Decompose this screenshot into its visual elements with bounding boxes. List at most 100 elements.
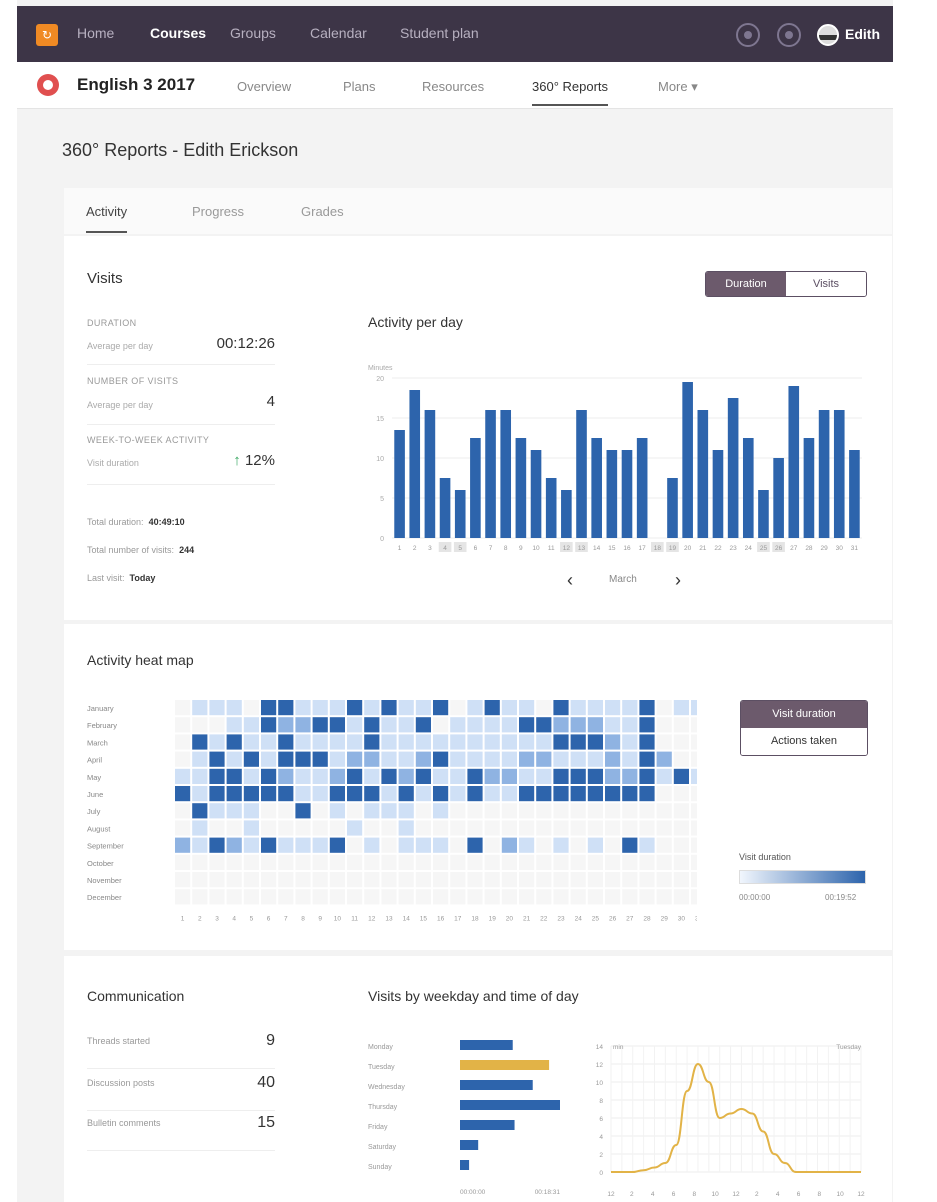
heatmap-cell (295, 889, 311, 905)
tab-overview[interactable]: Overview (237, 79, 291, 94)
heatmap-cell (501, 889, 517, 905)
nav-student-plan[interactable]: Student plan (400, 25, 479, 41)
heatmap-cell (622, 889, 638, 905)
heatmap-cell (501, 837, 517, 853)
month-nav: ‹ March › (557, 570, 687, 594)
month-prev-button[interactable]: ‹ (567, 570, 573, 591)
heatmap-cell (691, 803, 697, 819)
y-tick-label: 0 (599, 1170, 603, 1177)
heatmap-cell (261, 889, 277, 905)
heatmap-cell (347, 751, 363, 767)
x-tick-label: 15 (608, 545, 616, 552)
visits-toggle-button[interactable]: Visits (786, 272, 866, 296)
bar (742, 438, 754, 538)
weekday-label: Friday (368, 1124, 388, 1131)
x-tick-label: 16 (623, 545, 631, 552)
visits-number-label: NUMBER OF VISITS (87, 376, 179, 386)
heatmap-cell (278, 820, 294, 836)
weekday-bar-chart: Monday Tuesday Wednesday Thursday Friday Satu… (368, 1040, 560, 1196)
heatmap-cell (691, 751, 697, 767)
profile-menu-icon[interactable] (777, 23, 801, 47)
heatmap-cell (501, 803, 517, 819)
heatmap-cell (347, 717, 363, 733)
duration-toggle-button[interactable]: Duration (706, 272, 786, 296)
y-tick-label: 10 (376, 456, 384, 463)
heatmap-cell (278, 734, 294, 750)
heatmap-cell (364, 734, 380, 750)
heatmap-cell (691, 700, 697, 716)
activity-heatmap: January February March April May June July Augu… (87, 700, 697, 922)
nav-home[interactable]: Home (77, 25, 114, 41)
tab-more[interactable]: More ▾ (658, 79, 698, 95)
heatmap-cell (243, 889, 259, 905)
course-name[interactable]: English 3 2017 (77, 75, 195, 95)
heatmap-cell (570, 872, 586, 888)
heatmap-cell (433, 717, 449, 733)
heatmap-cell (433, 820, 449, 836)
heatmap-cell (450, 734, 466, 750)
tab-activity[interactable]: Activity (86, 204, 128, 233)
visits-number-sub: Average per day (87, 400, 153, 410)
heatmap-cell (639, 768, 655, 784)
heatmap-cell (243, 872, 259, 888)
heatmap-cell (364, 786, 380, 802)
heatmap-cell (192, 889, 208, 905)
bar (697, 410, 709, 538)
heatmap-cell (467, 717, 483, 733)
heatmap-cell (329, 854, 345, 870)
bar (485, 410, 496, 538)
heatmap-cell (501, 820, 517, 836)
heatmap-cell (415, 734, 431, 750)
app-logo-icon[interactable]: ↻ (36, 24, 58, 46)
weekday-label: Saturday (368, 1144, 397, 1151)
heatmap-cell (450, 717, 466, 733)
heatmap-column-label: 12 (368, 915, 376, 922)
heatmap-cell (398, 734, 414, 750)
heatmap-cell (691, 889, 697, 905)
heatmap-cell (639, 854, 655, 870)
heatmap-cell (673, 854, 689, 870)
tab-progress[interactable]: Progress (192, 204, 244, 219)
heatmap-cell (261, 768, 277, 784)
x-tick-label: 18 (654, 545, 662, 552)
nav-calendar[interactable]: Calendar (310, 25, 367, 41)
heatmap-cell (175, 820, 191, 836)
avatar[interactable] (817, 24, 839, 46)
nav-groups[interactable]: Groups (230, 25, 276, 41)
heatmap-row-label: January (87, 704, 114, 713)
heatmap-cell (295, 734, 311, 750)
heatmap-cell (656, 854, 672, 870)
heatmap-row-label: October (87, 859, 114, 868)
heatmap-cell (605, 854, 621, 870)
heatmap-cell (450, 786, 466, 802)
heatmap-cell (243, 820, 259, 836)
x-tick-label: 3 (428, 545, 432, 552)
tab-grades[interactable]: Grades (301, 204, 344, 219)
tab-plans[interactable]: Plans (343, 79, 376, 94)
heatmap-cell (622, 751, 638, 767)
heatmap-cell (381, 768, 397, 784)
heatmap-column-label: 2 (198, 915, 202, 922)
duration-label: DURATION (87, 318, 137, 328)
tab-360-reports[interactable]: 360° Reports (532, 79, 609, 106)
heatmap-cell (381, 889, 397, 905)
actions-taken-button[interactable]: Actions taken (741, 728, 867, 755)
heatmap-row-label: November (87, 876, 122, 885)
x-tick-label: 8 (818, 1191, 822, 1198)
tab-resources[interactable]: Resources (422, 79, 484, 94)
heatmap-cell (261, 854, 277, 870)
heatmap-cell (536, 820, 552, 836)
heatmap-column-label: 27 (626, 915, 634, 922)
username[interactable]: Edith (845, 26, 880, 42)
heatmap-column-label: 16 (437, 915, 445, 922)
heatmap-cell (484, 700, 500, 716)
x-tick-label: 11 (548, 545, 555, 552)
nav-courses[interactable]: Courses (150, 25, 206, 41)
notifications-icon[interactable] (736, 23, 760, 47)
heatmap-column-label: 7 (284, 915, 288, 922)
heatmap-cell (226, 786, 242, 802)
month-next-button[interactable]: › (675, 570, 681, 591)
heatmap-cell (364, 854, 380, 870)
heatmap-cell (175, 889, 191, 905)
visit-duration-button[interactable]: Visit duration (741, 701, 867, 728)
